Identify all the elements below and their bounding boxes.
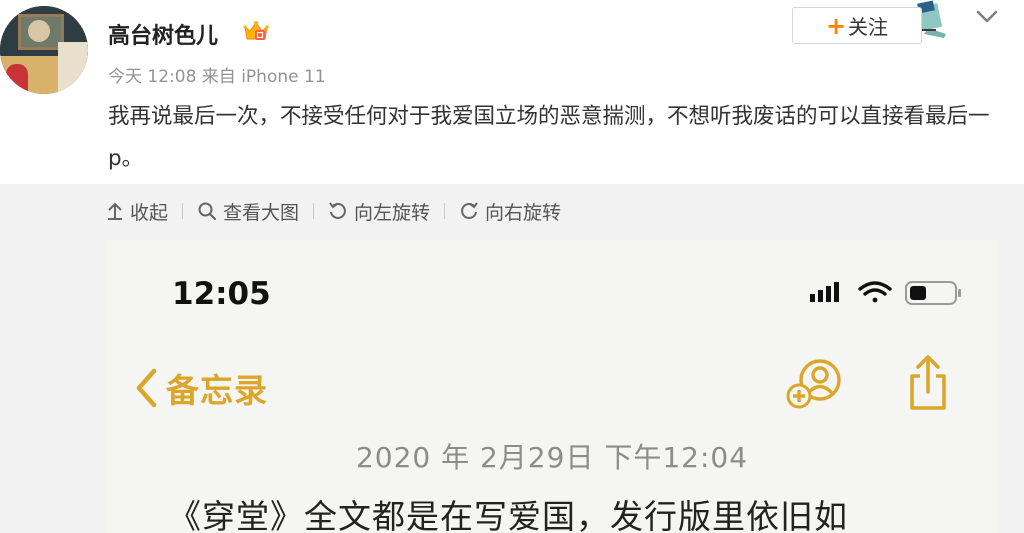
status-bar-icons: [810, 281, 961, 305]
battery-icon: [905, 281, 961, 305]
rotate-left-icon: [329, 202, 346, 219]
rotate-left-button[interactable]: 向左旋转: [328, 198, 430, 225]
cellular-signal-icon: [810, 282, 839, 302]
collapse-button[interactable]: 收起: [106, 198, 168, 225]
view-large-button[interactable]: 查看大图: [197, 198, 299, 225]
chevron-down-icon[interactable]: [973, 6, 1001, 28]
image-toolbar: 收起 查看大图 向左旋转 向右旋转: [106, 198, 561, 224]
rotate-left-label: 向左旋转: [354, 201, 431, 224]
note-date: 2020 年 2月29日 下午12:04: [355, 441, 749, 474]
vip-crown-icon: [243, 21, 269, 40]
back-to-notes-button[interactable]: 备忘录: [134, 364, 268, 412]
toolbar-divider: [444, 203, 446, 219]
plus-icon: +: [825, 11, 847, 40]
add-person-icon[interactable]: [786, 358, 846, 410]
post-image[interactable]: 12:05 备忘录 2020 年 2月29日 下午12:04 《穿堂》全文都是在…: [106, 240, 998, 533]
avatar[interactable]: [0, 6, 88, 94]
chevron-left-icon: [136, 368, 157, 408]
wifi-icon: [858, 281, 892, 303]
username[interactable]: 高台树色儿: [108, 18, 218, 50]
post-meta: 今天 12:08 来自 iPhone 11: [108, 67, 326, 87]
follow-label: 关注: [848, 15, 889, 39]
toolbar-divider: [182, 203, 184, 219]
toolbar-divider: [313, 203, 315, 219]
collapse-label: 收起: [130, 201, 169, 224]
rotate-right-button[interactable]: 向右旋转: [459, 198, 561, 225]
back-label: 备忘录: [166, 371, 268, 410]
view-large-label: 查看大图: [223, 201, 300, 224]
follow-button[interactable]: + 关注: [792, 7, 922, 44]
share-icon[interactable]: [904, 354, 952, 412]
phone-time: 12:05: [172, 276, 271, 312]
rotate-right-label: 向右旋转: [485, 201, 562, 224]
image-viewer-panel: 收起 查看大图 向左旋转 向右旋转 12:05 备忘录 2020 年 2月29日…: [0, 184, 1024, 533]
rotate-right-icon: [461, 202, 478, 219]
magnifier-icon: [198, 202, 217, 221]
post-text: 我再说最后一次，不接受任何对于我爱国立场的恶意揣测，不想听我废话的可以直接看最后…: [108, 104, 990, 171]
arrow-up-icon: [108, 202, 122, 220]
note-body: 《穿堂》全文都是在写爱国，发行版里依旧如: [168, 497, 848, 533]
